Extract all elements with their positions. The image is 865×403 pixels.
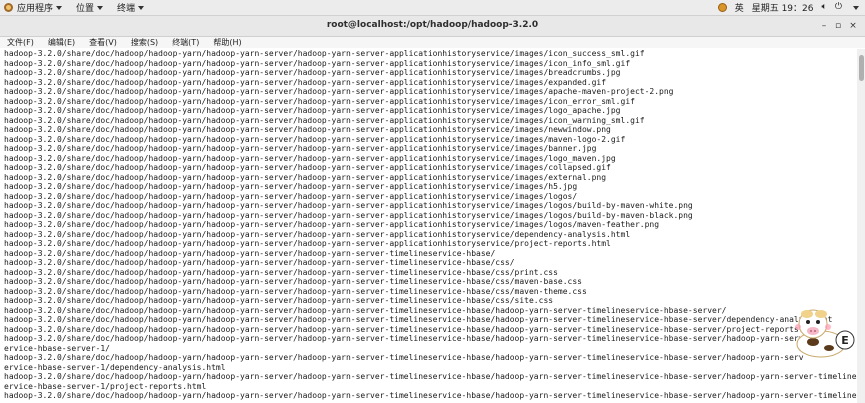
input-method-icon[interactable]: [717, 3, 727, 12]
terminal-app-label: 终端: [117, 4, 136, 14]
terminal-line: hadoop-3.2.0/share/doc/hadoop/hadoop-yar…: [4, 277, 582, 286]
menu-edit[interactable]: 编辑(E): [48, 37, 75, 48]
window-title: root@localhost:/opt/hadoop/hadoop-3.2.0: [326, 20, 539, 30]
terminal-line: ervice-hbase-server-1/: [4, 343, 110, 353]
svg-text:E: E: [841, 334, 849, 347]
terminal-line: hadoop-3.2.0/share/doc/hadoop/hadoop-yar…: [4, 191, 578, 201]
terminal-output[interactable]: hadoop-3.2.0/share/doc/hadoop/hadoop-yar…: [0, 49, 857, 403]
applications-label: 应用程序: [17, 4, 54, 14]
window-title-bar[interactable]: root@localhost:/opt/hadoop/hadoop-3.2.0 …: [0, 16, 865, 37]
terminal-line: hadoop-3.2.0/share/doc/hadoop/hadoop-yar…: [4, 248, 496, 258]
terminal-line: hadoop-3.2.0/share/doc/hadoop/hadoop-yar…: [4, 296, 554, 305]
close-button[interactable]: ×: [846, 19, 860, 33]
scrollbar-thumb[interactable]: [859, 55, 864, 81]
places-label: 位置: [76, 4, 95, 14]
menu-file[interactable]: 文件(F): [7, 37, 34, 48]
terminal-line: hadoop-3.2.0/share/doc/hadoop/hadoop-yar…: [4, 144, 597, 153]
terminal-line: hadoop-3.2.0/share/doc/hadoop/hadoop-yar…: [4, 115, 645, 125]
terminal-line: hadoop-3.2.0/share/doc/hadoop/hadoop-yar…: [4, 163, 611, 172]
input-method-label[interactable]: 英: [735, 1, 744, 14]
volume-icon[interactable]: 🔈︎: [821, 3, 826, 12]
terminal-line: hadoop-3.2.0/share/doc/hadoop/hadoop-yar…: [4, 182, 578, 191]
terminal-line: hadoop-3.2.0/share/doc/hadoop/hadoop-yar…: [4, 220, 660, 229]
terminal-line: hadoop-3.2.0/share/doc/hadoop/hadoop-yar…: [4, 353, 804, 362]
terminal-line: hadoop-3.2.0/share/doc/hadoop/hadoop-yar…: [4, 372, 857, 381]
terminal-line: hadoop-3.2.0/share/doc/hadoop/hadoop-yar…: [4, 87, 674, 96]
terminal-line: hadoop-3.2.0/share/doc/hadoop/hadoop-yar…: [4, 153, 616, 163]
terminal-line: hadoop-3.2.0/share/doc/hadoop/hadoop-yar…: [4, 391, 857, 400]
menu-search[interactable]: 搜索(S): [131, 37, 158, 48]
top-bar-left: 应用程序 位置 终端: [4, 1, 158, 14]
terminal-line: hadoop-3.2.0/share/doc/hadoop/hadoop-yar…: [4, 106, 621, 115]
terminal-line: hadoop-3.2.0/share/doc/hadoop/hadoop-yar…: [4, 229, 631, 239]
cow-mascot-icon: E: [795, 309, 855, 358]
minimize-button[interactable]: –: [817, 19, 831, 33]
power-icon[interactable]: ⏻: [835, 3, 842, 12]
clock[interactable]: 星期五 19：26: [752, 1, 814, 14]
terminal-line: hadoop-3.2.0/share/doc/hadoop/hadoop-yar…: [4, 267, 558, 277]
system-top-bar: 应用程序 位置 终端 英 星期五 19：26 🔈︎ ⏻: [0, 0, 865, 16]
terminal-line: hadoop-3.2.0/share/doc/hadoop/hadoop-yar…: [4, 286, 587, 296]
chevron-down-icon: [56, 5, 63, 10]
terminal-line: hadoop-3.2.0/share/doc/hadoop/hadoop-yar…: [4, 68, 621, 77]
places-menu[interactable]: 位置: [76, 1, 104, 14]
terminal-line: hadoop-3.2.0/share/doc/hadoop/hadoop-yar…: [4, 315, 833, 324]
applications-menu[interactable]: 应用程序: [4, 1, 63, 14]
chevron-down-icon: [97, 5, 104, 10]
terminal-menubar: 文件(F) 编辑(E) 查看(V) 搜索(S) 终端(T) 帮助(H): [0, 37, 865, 48]
terminal-line: hadoop-3.2.0/share/doc/hadoop/hadoop-yar…: [4, 201, 693, 210]
terminal-line: hadoop-3.2.0/share/doc/hadoop/hadoop-yar…: [4, 210, 693, 220]
terminal-line: ervice-hbase-server-1/dependency-analysi…: [4, 362, 226, 372]
applications-icon: [4, 3, 13, 12]
menu-view[interactable]: 查看(V): [89, 37, 117, 48]
chevron-down-icon[interactable]: [853, 5, 859, 10]
maximize-button[interactable]: ▫: [831, 19, 845, 33]
terminal-line: ervice-hbase-server-1/project-reports.ht…: [4, 381, 207, 391]
terminal-line: hadoop-3.2.0/share/doc/hadoop/hadoop-yar…: [4, 125, 611, 134]
menu-terminal[interactable]: 终端(T): [172, 37, 199, 48]
terminal-line: hadoop-3.2.0/share/doc/hadoop/hadoop-yar…: [4, 258, 515, 267]
terminal-line: hadoop-3.2.0/share/doc/hadoop/hadoop-yar…: [4, 239, 611, 248]
terminal-line: hadoop-3.2.0/share/doc/hadoop/hadoop-yar…: [4, 172, 607, 182]
terminal-line: hadoop-3.2.0/share/doc/hadoop/hadoop-yar…: [4, 324, 809, 334]
menu-help[interactable]: 帮助(H): [213, 37, 241, 48]
terminal-app-menu[interactable]: 终端: [117, 1, 145, 14]
terminal-line: hadoop-3.2.0/share/doc/hadoop/hadoop-yar…: [4, 134, 626, 144]
chevron-down-icon: [138, 5, 145, 10]
top-bar-right: 英 星期五 19：26 🔈︎ ⏻: [717, 1, 859, 14]
terminal-line: hadoop-3.2.0/share/doc/hadoop/hadoop-yar…: [4, 96, 635, 106]
terminal-line: hadoop-3.2.0/share/doc/hadoop/hadoop-yar…: [4, 305, 727, 315]
terminal-line: hadoop-3.2.0/share/doc/hadoop/hadoop-yar…: [4, 334, 804, 343]
terminal-line: hadoop-3.2.0/share/doc/hadoop/hadoop-yar…: [4, 77, 607, 87]
terminal-line: hadoop-3.2.0/share/doc/hadoop/hadoop-yar…: [4, 49, 645, 58]
terminal-line: hadoop-3.2.0/share/doc/hadoop/hadoop-yar…: [4, 58, 631, 68]
